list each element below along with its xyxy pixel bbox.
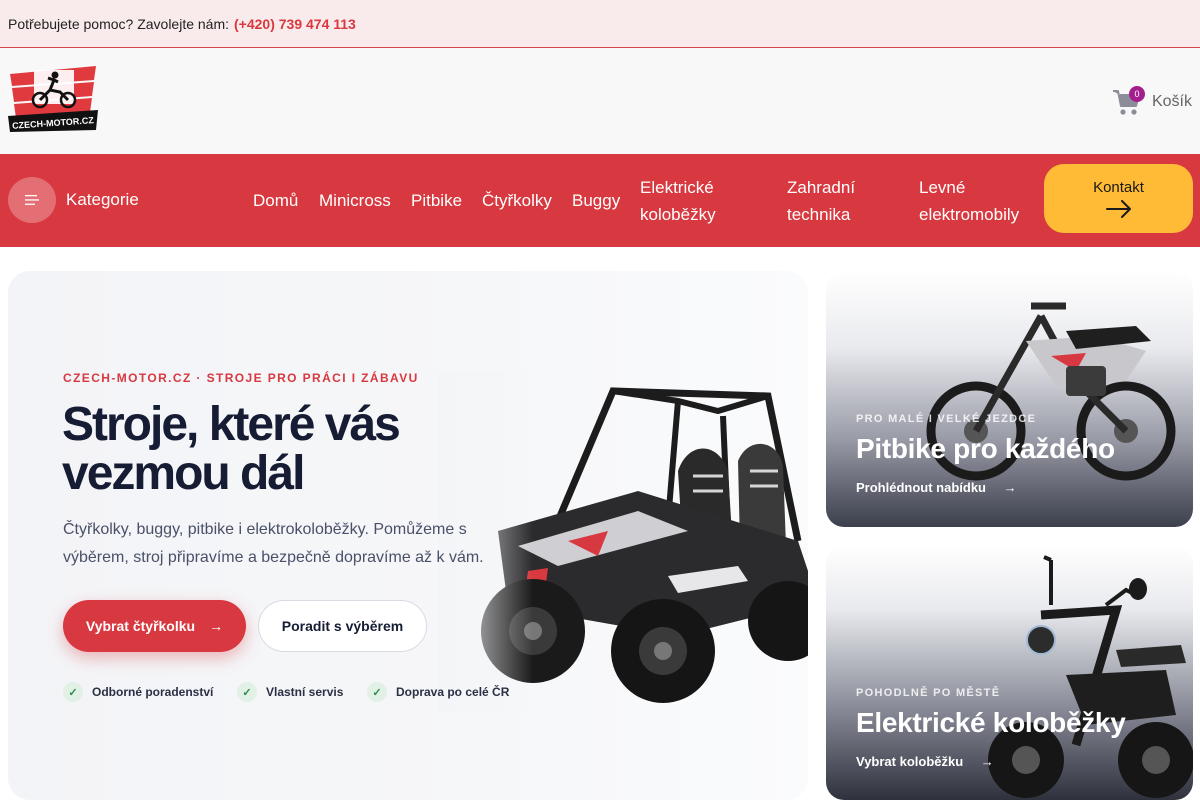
contact-button[interactable]: Kontakt	[1044, 164, 1193, 233]
main-nav: Kategorie Domů Minicross Pitbike Čtyřkol…	[0, 154, 1200, 247]
cart-icon: 0	[1112, 86, 1145, 116]
nav-item-quads[interactable]: Čtyřkolky	[482, 187, 552, 214]
scooter-promo-card[interactable]: POHODLNĚ PO MĚSTĚ Elektrické koloběžky V…	[826, 545, 1193, 800]
nav-item-pitbike[interactable]: Pitbike	[411, 187, 462, 214]
cart-button[interactable]: 0 Košík	[1112, 86, 1192, 116]
usp-label: Doprava po celé ČR	[396, 685, 510, 699]
menu-icon	[25, 195, 39, 205]
nav-item-minicross[interactable]: Minicross	[319, 187, 391, 214]
phone-link[interactable]: (+420) 739 474 113	[234, 16, 356, 32]
help-text: Potřebujete pomoc? Zavolejte nám:	[8, 15, 230, 32]
check-icon: ✓	[237, 682, 257, 702]
hero-section: CZECH-MOTOR.CZ · STROJE PRO PRÁCI I ZÁBA…	[8, 271, 808, 800]
check-icon: ✓	[63, 682, 83, 702]
advice-button[interactable]: Poradit s výběrem	[258, 600, 427, 652]
arrow-right-icon: →	[1003, 480, 1017, 495]
browse-offer-link[interactable]: Prohlédnout nabídku →	[856, 480, 1017, 495]
choose-quad-button[interactable]: Vybrat čtyřkolku →	[63, 600, 246, 652]
hero-eyebrow: CZECH-MOTOR.CZ · STROJE PRO PRÁCI I ZÁBA…	[63, 371, 419, 385]
help-bar: Potřebujete pomoc? Zavolejte nám: (+420)…	[0, 0, 1200, 48]
arrow-right-icon	[1105, 200, 1131, 218]
categories-label[interactable]: Kategorie	[66, 190, 139, 210]
cart-count-badge: 0	[1128, 86, 1145, 102]
pitbike-promo-card[interactable]: PRO MALÉ I VELKÉ JEZDCE Pitbike pro každ…	[826, 271, 1193, 527]
arrow-right-icon: →	[980, 754, 994, 769]
nav-item-electric-scooters[interactable]: Elektrické koloběžky	[640, 174, 750, 228]
hero-title: Stroje, které vás vezmou dál	[62, 398, 401, 500]
usp-item: ✓ Vlastní servis	[237, 682, 343, 702]
nav-item-buggy[interactable]: Buggy	[572, 187, 620, 214]
arrow-right-icon: →	[209, 618, 224, 634]
usp-label: Vlastní servis	[266, 685, 344, 699]
card-link-label: Prohlédnout nabídku	[856, 480, 986, 495]
card-title: Elektrické koloběžky	[856, 707, 1126, 738]
choose-scooter-link[interactable]: Vybrat koloběžku →	[856, 754, 994, 769]
logo-graphic: CZECH-MOTOR.CZ	[8, 66, 98, 132]
card-link-label: Vybrat koloběžku	[856, 754, 964, 769]
cart-label: Košík	[1151, 93, 1192, 110]
contact-label: Kontakt	[1093, 179, 1144, 196]
check-icon: ✓	[367, 682, 387, 702]
hero-description: Čtyřkolky, buggy, pitbike i elektrokolob…	[63, 521, 484, 566]
usp-item: ✓ Doprava po celé ČR	[367, 682, 509, 702]
site-header: CZECH-MOTOR.CZ 0 Košík	[0, 48, 1200, 154]
usp-label: Odborné poradenství	[92, 685, 214, 699]
nav-item-home[interactable]: Domů	[253, 187, 298, 214]
nav-item-cheap-electromobiles[interactable]: Levné elektromobily	[919, 174, 1039, 228]
card-eyebrow: POHODLNĚ PO MĚSTĚ	[856, 687, 1001, 699]
nav-item-garden-technology[interactable]: Zahradní technika	[787, 174, 892, 228]
card-eyebrow: PRO MALÉ I VELKÉ JEZDCE	[856, 413, 1037, 425]
choose-quad-label: Vybrat čtyřkolku	[85, 618, 196, 634]
usp-item: ✓ Odborné poradenství	[63, 682, 213, 702]
site-logo[interactable]: CZECH-MOTOR.CZ	[8, 66, 98, 132]
advice-label: Poradit s výběrem	[281, 618, 404, 634]
categories-menu-button[interactable]	[8, 177, 56, 223]
card-title: Pitbike pro každého	[856, 433, 1115, 464]
